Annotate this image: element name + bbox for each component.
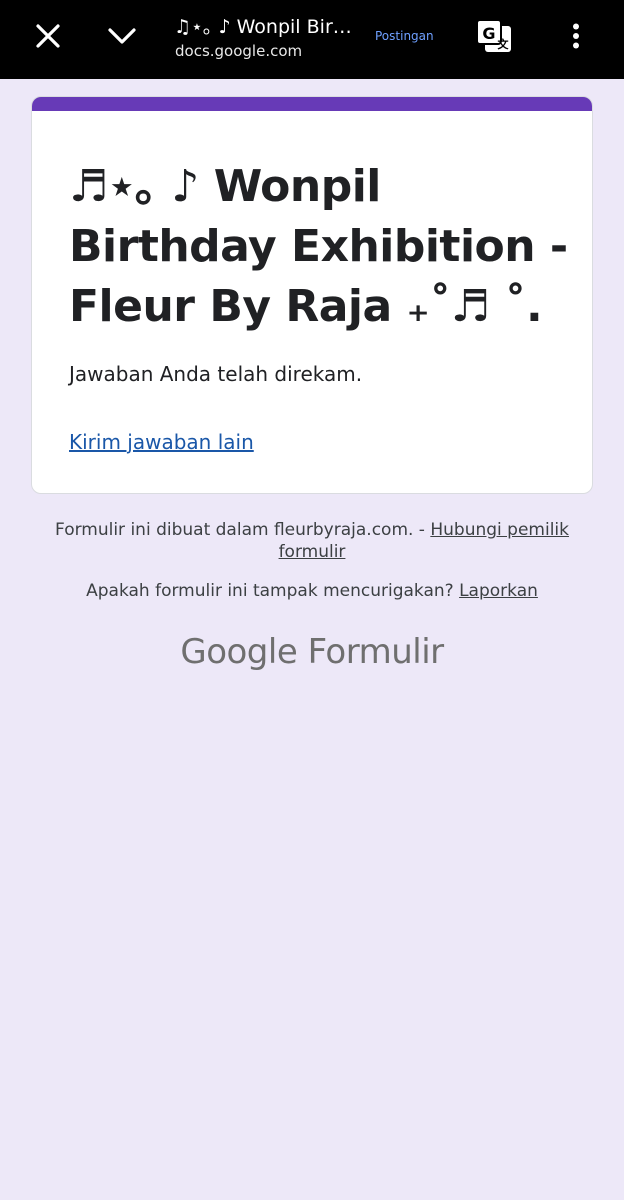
report-link[interactable]: Laporkan [459,581,538,601]
page-title: ♫⋆｡ ♪ Wonpil Birth... [174,16,354,38]
confirmation-message: Jawaban Anda telah direkam. [69,362,363,386]
form-title: ♬⋆｡ ♪ Wonpil Birthday Exhibition - Fleur… [69,161,568,332]
page-url: docs.google.com [175,42,303,60]
card-accent-bar [32,97,592,111]
chevron-down-icon [108,28,136,44]
form-response-card: ♬⋆｡ ♪ Wonpil Birthday Exhibition - Fleur… [31,96,593,494]
more-vert-icon [573,23,579,49]
brand-product: Formulir [307,632,445,672]
translate-icon: G 文 [476,19,511,52]
svg-text:文: 文 [498,37,510,51]
footer-suspicious-text: Apakah formulir ini tampak mencurigakan? [86,581,460,601]
translate-button[interactable]: G 文 [470,14,518,58]
close-button[interactable] [22,14,74,58]
close-icon [36,24,60,48]
more-options-button[interactable] [556,14,596,58]
footer-made-in-text: Formulir ini dibuat dalam fleurbyraja.co… [55,520,431,540]
browser-top-bar: ♫⋆｡ ♪ Wonpil Birth... docs.google.com Po… [0,0,624,79]
footer-made-in: Formulir ini dibuat dalam fleurbyraja.co… [40,519,584,563]
footer-suspicious: Apakah formulir ini tampak mencurigakan?… [40,580,584,602]
collapse-button[interactable] [96,14,148,58]
svg-text:G: G [482,24,495,43]
google-forms-logo: Google Formulir [0,632,624,672]
submit-another-response-link[interactable]: Kirim jawaban lain [69,430,254,454]
post-link[interactable]: Postingan [375,29,434,43]
brand-google: Google [180,632,298,672]
